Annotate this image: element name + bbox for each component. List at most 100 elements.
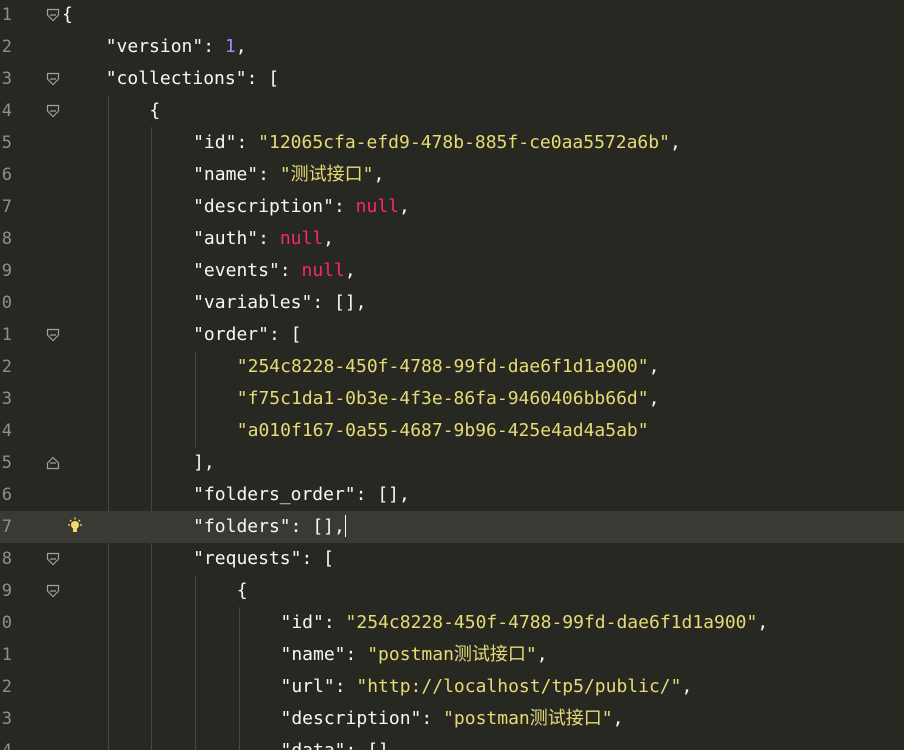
code-token: "order" xyxy=(193,324,269,345)
fold-open-icon[interactable] xyxy=(46,552,60,566)
code-token: { xyxy=(236,580,248,601)
code-text: "collections": [ xyxy=(106,63,279,95)
code-token: : xyxy=(258,164,280,185)
code-token: "id" xyxy=(280,612,324,633)
code-line[interactable]: 2 "version": 1, xyxy=(0,31,904,63)
code-token: "254c8228-450f-4788-99fd-dae6f1d1a900" xyxy=(345,612,758,633)
code-token: "f75c1da1-0b3e-4f3e-86fa-9460406bb66d" xyxy=(236,388,649,409)
code-text: { xyxy=(62,0,73,31)
code-token: : xyxy=(334,676,357,697)
code-token: "events" xyxy=(193,260,280,281)
code-token: ], xyxy=(193,452,215,473)
code-text: "id": "254c8228-450f-4788-99fd-dae6f1d1a… xyxy=(281,607,769,639)
line-number: 8 xyxy=(1,549,12,569)
line-number: 6 xyxy=(1,165,12,185)
code-text: "id": "12065cfa-efd9-478b-885f-ce0aa5572… xyxy=(193,127,681,159)
code-text: "order": [ xyxy=(193,319,301,351)
code-text: "version": 1, xyxy=(106,31,247,63)
fold-close-icon[interactable] xyxy=(46,456,60,470)
code-token: "id" xyxy=(193,132,237,153)
code-line[interactable]: 8 "auth": null, xyxy=(0,223,904,255)
code-line[interactable]: 9{ xyxy=(0,575,904,607)
code-line[interactable]: 8 "requests": [ xyxy=(0,543,904,575)
code-text: "f75c1da1-0b3e-4f3e-86fa-9460406bb66d", xyxy=(237,383,660,415)
code-text: "url": "http://localhost/tp5/public/", xyxy=(281,671,693,703)
code-token: "variables" xyxy=(193,292,313,313)
text-cursor xyxy=(344,515,346,537)
code-token: "254c8228-450f-4788-99fd-dae6f1d1a900" xyxy=(236,356,649,377)
line-number: 7 xyxy=(1,197,12,217)
code-token: null xyxy=(301,260,345,281)
code-token: { xyxy=(149,100,161,121)
code-line[interactable]: 7 "folders": [], xyxy=(0,511,904,543)
code-line[interactable]: 1 "name": "postman测试接口", xyxy=(0,639,904,671)
line-number: 4 xyxy=(1,421,12,441)
code-line[interactable]: 4 "data": [], xyxy=(0,735,904,750)
code-line[interactable]: 1 "order": [ xyxy=(0,319,904,351)
fold-open-icon[interactable] xyxy=(46,584,60,598)
code-editor[interactable]: 1{2 "version": 1, 3 "collections": [4{5 "id"… xyxy=(0,0,904,750)
code-token: "description" xyxy=(193,196,334,217)
line-number: 9 xyxy=(1,261,12,281)
code-line[interactable]: 2 "url": "http://localhost/tp5/public/", xyxy=(0,671,904,703)
code-token: "http://localhost/tp5/public/" xyxy=(356,676,682,697)
code-token: "requests" xyxy=(193,548,302,569)
code-token: : [], xyxy=(312,292,367,313)
code-text: { xyxy=(237,575,248,607)
line-number: 2 xyxy=(1,357,12,377)
code-line[interactable]: 6 "name": "测试接口", xyxy=(0,159,904,191)
lightbulb-icon[interactable] xyxy=(67,517,83,537)
code-token: , xyxy=(344,260,356,281)
code-line[interactable]: 4{ xyxy=(0,95,904,127)
code-token: "data" xyxy=(281,740,346,750)
code-token: "postman测试接口" xyxy=(367,644,537,665)
code-token: null xyxy=(279,228,324,249)
code-token: : xyxy=(258,228,280,249)
line-number: 1 xyxy=(1,5,12,25)
code-line[interactable]: 4 "a010f167-0a55-4687-9b96-425e4ad4a5ab" xyxy=(0,415,904,447)
code-line[interactable]: 5 "id": "12065cfa-efd9-478b-885f-ce0aa557… xyxy=(0,127,904,159)
code-token: "description" xyxy=(280,708,422,729)
code-token: "12065cfa-efd9-478b-885f-ce0aa5572a6b" xyxy=(258,132,670,153)
code-token: , xyxy=(536,644,548,665)
code-text: "auth": null, xyxy=(193,223,334,255)
code-token: : xyxy=(323,612,346,633)
code-text: ], xyxy=(193,447,215,479)
code-token: : [], xyxy=(346,740,400,750)
code-text: "name": "postman测试接口", xyxy=(281,639,548,671)
code-line[interactable]: 3 "collections": [ xyxy=(0,63,904,95)
fold-open-icon[interactable] xyxy=(46,72,60,86)
code-line[interactable]: 2 "254c8228-450f-4788-99fd-dae6f1d1a900", xyxy=(0,351,904,383)
code-line[interactable]: 6 "folders_order": [], xyxy=(0,479,904,511)
code-token: , xyxy=(681,676,693,697)
code-text: "folders_order": [], xyxy=(193,479,410,511)
code-token: "folders" xyxy=(193,516,291,537)
code-line[interactable]: 9 "events": null, xyxy=(0,255,904,287)
code-token: : [ xyxy=(246,68,280,89)
code-line[interactable]: 3 "description": "postman测试接口", xyxy=(0,703,904,735)
line-number: 4 xyxy=(1,101,12,121)
fold-open-icon[interactable] xyxy=(46,8,60,22)
code-line[interactable]: 0 "id": "254c8228-450f-4788-99fd-dae6f1d1… xyxy=(0,607,904,639)
code-token: : [], xyxy=(290,516,345,537)
code-text: "data": [], xyxy=(281,735,400,750)
code-token: , xyxy=(669,132,681,153)
code-token: "name" xyxy=(280,644,346,665)
code-text: "254c8228-450f-4788-99fd-dae6f1d1a900", xyxy=(237,351,660,383)
line-number: 3 xyxy=(1,389,12,409)
code-token: "version" xyxy=(105,36,204,57)
code-line[interactable]: 0 "variables": [], xyxy=(0,287,904,319)
code-token: "url" xyxy=(280,676,335,697)
code-token: "a010f167-0a55-4687-9b96-425e4ad4a5ab" xyxy=(236,420,649,441)
code-token: : xyxy=(236,132,259,153)
line-number: 0 xyxy=(1,293,12,313)
code-token: { xyxy=(62,4,73,25)
code-line[interactable]: 5], xyxy=(0,447,904,479)
code-token: null xyxy=(355,196,400,217)
code-line[interactable]: 1{ xyxy=(0,0,904,31)
code-line[interactable]: 3 "f75c1da1-0b3e-4f3e-86fa-9460406bb66d", xyxy=(0,383,904,415)
line-number: 4 xyxy=(0,735,12,750)
fold-open-icon[interactable] xyxy=(46,328,60,342)
fold-open-icon[interactable] xyxy=(46,104,60,118)
code-line[interactable]: 7 "description": null, xyxy=(0,191,904,223)
